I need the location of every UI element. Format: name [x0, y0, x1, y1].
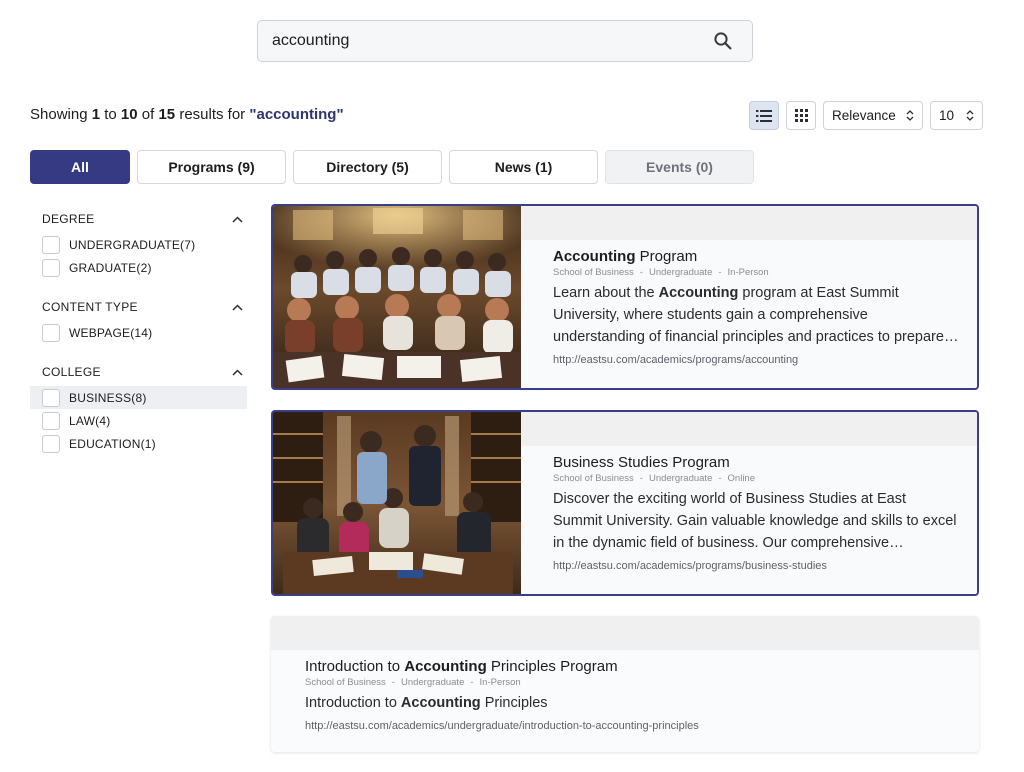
result-band — [521, 206, 977, 240]
filter-option-label: EDUCATION(1) — [69, 436, 156, 451]
result-url[interactable]: http://eastsu.com/academics/undergraduat… — [305, 720, 961, 732]
filter-option-label: LAW(4) — [69, 413, 111, 428]
facet-degree: DEGREE UNDERGRADUATE(7) GRADUATE(2) — [30, 205, 247, 279]
filter-option[interactable]: LAW(4) — [30, 409, 247, 432]
result-image — [273, 412, 521, 594]
facet-college: COLLEGE BUSINESS(8) LAW(4) EDUCATION(1) — [30, 358, 247, 455]
filter-option-label: UNDERGRADUATE(7) — [69, 237, 196, 252]
query-text: "accounting" — [249, 106, 344, 123]
results-summary: Showing 1 to 10 of 15 results for "accou… — [30, 106, 344, 123]
result-meta: School of Business - Undergraduate - In-Pers… — [553, 267, 769, 278]
filter-option[interactable]: EDUCATION(1) — [30, 432, 247, 455]
grid-view-icon — [794, 109, 808, 122]
result-url[interactable]: http://eastsu.com/academics/programs/bus… — [553, 560, 959, 572]
tab-directory[interactable]: Directory (5) — [293, 150, 442, 184]
facet-header[interactable]: CONTENT TYPE — [30, 293, 247, 321]
filter-option-label: BUSINESS(8) — [69, 390, 147, 405]
category-tabs: All Programs (9) Directory (5) News (1) … — [30, 150, 754, 184]
facet-header[interactable]: DEGREE — [30, 205, 247, 233]
result-description: Discover the exciting world of Business … — [553, 491, 957, 551]
chevron-up-icon — [232, 303, 243, 311]
results-list: Accounting Program School of Business - Un… — [271, 204, 979, 772]
filter-option[interactable]: UNDERGRADUATE(7) — [30, 233, 247, 256]
checkbox[interactable] — [42, 434, 60, 453]
chevron-up-icon — [232, 215, 243, 223]
result-body: Accounting Program School of Business - Un… — [521, 206, 977, 388]
result-description: Introduction to Accounting Principles — [305, 695, 548, 711]
checkbox[interactable] — [42, 411, 60, 430]
sort-select-value: Relevance — [832, 108, 896, 123]
facet-content-type: CONTENT TYPE WEBPAGE(14) — [30, 293, 247, 344]
list-view-button[interactable] — [749, 101, 779, 130]
result-url[interactable]: http://eastsu.com/academics/programs/acc… — [553, 354, 959, 366]
filter-sidebar: DEGREE UNDERGRADUATE(7) GRADUATE(2) CONT… — [30, 205, 247, 469]
checkbox[interactable] — [42, 235, 60, 254]
chevron-up-icon — [232, 368, 243, 376]
view-controls: Relevance 10 — [749, 101, 983, 130]
tab-all[interactable]: All — [30, 150, 130, 184]
result-card[interactable]: Accounting Program School of Business - Un… — [271, 204, 979, 390]
result-band — [521, 412, 977, 446]
facet-title: CONTENT TYPE — [42, 300, 138, 314]
result-title[interactable]: Accounting Program — [553, 248, 959, 265]
filter-option[interactable]: GRADUATE(2) — [30, 256, 247, 279]
result-description: Learn about the Accounting program at Ea… — [553, 285, 944, 345]
tab-news[interactable]: News (1) — [449, 150, 598, 184]
sort-select[interactable]: Relevance — [823, 101, 923, 130]
result-image — [273, 206, 521, 388]
facet-title: DEGREE — [42, 212, 95, 226]
result-title[interactable]: Business Studies Program — [553, 454, 959, 471]
per-page-select-value: 10 — [939, 108, 955, 123]
facet-header[interactable]: COLLEGE — [30, 358, 247, 386]
filter-option-label: WEBPAGE(14) — [69, 325, 153, 340]
search-button[interactable] — [708, 26, 738, 56]
checkbox[interactable] — [42, 388, 60, 407]
search-box — [257, 20, 753, 62]
result-title[interactable]: Introduction to Accounting Principles Pr… — [305, 658, 961, 675]
result-card[interactable]: Introduction to Accounting Principles Pr… — [271, 616, 979, 752]
grid-view-button[interactable] — [786, 101, 816, 130]
filter-option-label: GRADUATE(2) — [69, 260, 152, 275]
checkbox[interactable] — [42, 323, 60, 342]
search-icon — [714, 32, 732, 50]
result-meta: School of Business - Undergraduate - In-Pers… — [305, 677, 521, 688]
per-page-select[interactable]: 10 — [930, 101, 983, 130]
result-body: Introduction to Accounting Principles Pr… — [271, 616, 979, 752]
tab-events[interactable]: Events (0) — [605, 150, 754, 184]
search-input[interactable] — [272, 21, 704, 61]
chevron-up-down-icon — [906, 109, 914, 122]
filter-option[interactable]: BUSINESS(8) — [30, 386, 247, 409]
facet-title: COLLEGE — [42, 365, 101, 379]
filter-option[interactable]: WEBPAGE(14) — [30, 321, 247, 344]
result-card[interactable]: Business Studies Program School of Busin… — [271, 410, 979, 596]
result-meta: School of Business - Undergraduate - Online — [553, 473, 755, 484]
result-body: Business Studies Program School of Busin… — [521, 412, 977, 594]
tab-programs[interactable]: Programs (9) — [137, 150, 286, 184]
checkbox[interactable] — [42, 258, 60, 277]
result-band — [271, 616, 979, 650]
chevron-up-down-icon — [966, 109, 974, 122]
list-view-icon — [756, 109, 772, 122]
